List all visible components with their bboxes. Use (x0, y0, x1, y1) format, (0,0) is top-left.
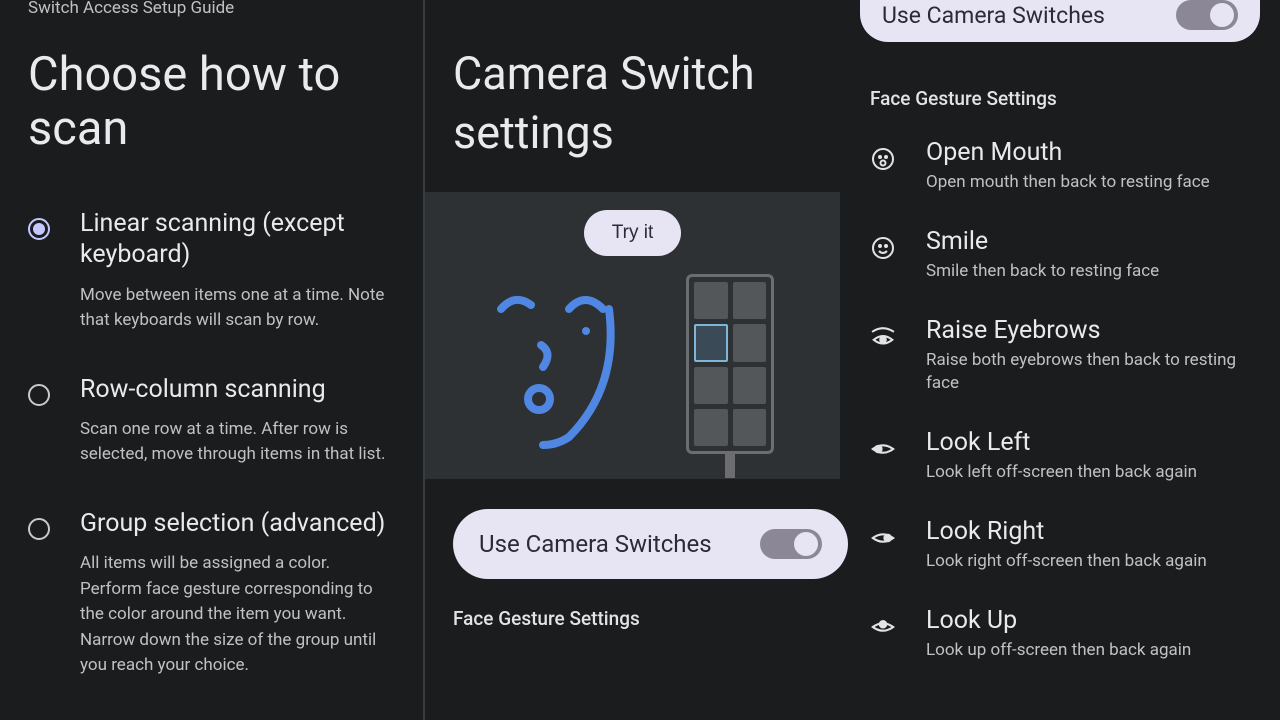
guide-label: Switch Access Setup Guide (28, 0, 395, 18)
gesture-desc: Open mouth then back to resting face (926, 171, 1260, 195)
gesture-desc: Smile then back to resting face (926, 260, 1260, 284)
eye-left-icon (870, 436, 896, 462)
radio-icon (28, 218, 50, 240)
gesture-look-right[interactable]: Look Right Look right off-screen then ba… (870, 517, 1260, 574)
face-gesture-header: Face Gesture Settings (453, 607, 850, 630)
open-mouth-icon (870, 146, 896, 172)
gesture-title: Look Left (926, 428, 1260, 457)
gesture-title: Smile (926, 227, 1260, 256)
radio-icon (28, 518, 50, 540)
radio-linear-scanning[interactable]: Linear scanning (except keyboard) Move b… (28, 208, 395, 334)
eyebrow-icon (870, 324, 896, 350)
eye-right-icon (870, 525, 896, 551)
gesture-desc: Raise both eyebrows then back to resting… (926, 349, 1260, 397)
illustration-area: Try it (425, 192, 840, 479)
gesture-title: Open Mouth (926, 138, 1260, 167)
toggle-label: Use Camera Switches (479, 530, 712, 558)
face-gesture-settings-header: Face Gesture Settings (870, 87, 1260, 110)
gesture-desc: Look up off-screen then back again (926, 639, 1260, 663)
gesture-desc: Look left off-screen then back again (926, 461, 1260, 485)
radio-group-selection[interactable]: Group selection (advanced) All items wil… (28, 508, 395, 679)
option-desc: All items will be assigned a color. Perf… (80, 551, 395, 679)
gesture-raise-eyebrows[interactable]: Raise Eyebrows Raise both eyebrows then … (870, 316, 1260, 397)
face-gesture-panel: Use Camera Switches Face Gesture Setting… (850, 0, 1280, 720)
option-title: Row-column scanning (80, 374, 395, 405)
camera-switch-panel: Camera Switch settings Try it (425, 0, 850, 720)
gesture-title: Raise Eyebrows (926, 316, 1260, 345)
face-icon (491, 287, 631, 467)
use-camera-switches-toggle-top[interactable]: Use Camera Switches (860, 0, 1260, 42)
radio-row-column[interactable]: Row-column scanning Scan one row at a ti… (28, 374, 395, 468)
gesture-title: Look Up (926, 606, 1260, 635)
gesture-title: Look Right (926, 517, 1260, 546)
try-it-button[interactable]: Try it (584, 210, 682, 256)
page-title: Choose how to scan (28, 48, 395, 156)
eye-up-icon (870, 614, 896, 640)
option-title: Group selection (advanced) (80, 508, 395, 539)
option-title: Linear scanning (except keyboard) (80, 208, 395, 271)
phone-illustration-icon (686, 274, 774, 479)
option-desc: Move between items one at a time. Note t… (80, 283, 395, 334)
radio-icon (28, 384, 50, 406)
switch-icon (1176, 0, 1238, 30)
toggle-label: Use Camera Switches (882, 2, 1105, 29)
scan-method-panel: Switch Access Setup Guide Choose how to … (0, 0, 425, 720)
settings-title: Camera Switch settings (453, 45, 850, 162)
use-camera-switches-toggle[interactable]: Use Camera Switches (453, 509, 848, 579)
gesture-look-up[interactable]: Look Up Look up off-screen then back aga… (870, 606, 1260, 663)
gesture-look-left[interactable]: Look Left Look left off-screen then back… (870, 428, 1260, 485)
switch-icon (760, 529, 822, 559)
gesture-smile[interactable]: Smile Smile then back to resting face (870, 227, 1260, 284)
smile-icon (870, 235, 896, 261)
option-desc: Scan one row at a time. After row is sel… (80, 417, 395, 468)
gesture-desc: Look right off-screen then back again (926, 550, 1260, 574)
gesture-open-mouth[interactable]: Open Mouth Open mouth then back to resti… (870, 138, 1260, 195)
